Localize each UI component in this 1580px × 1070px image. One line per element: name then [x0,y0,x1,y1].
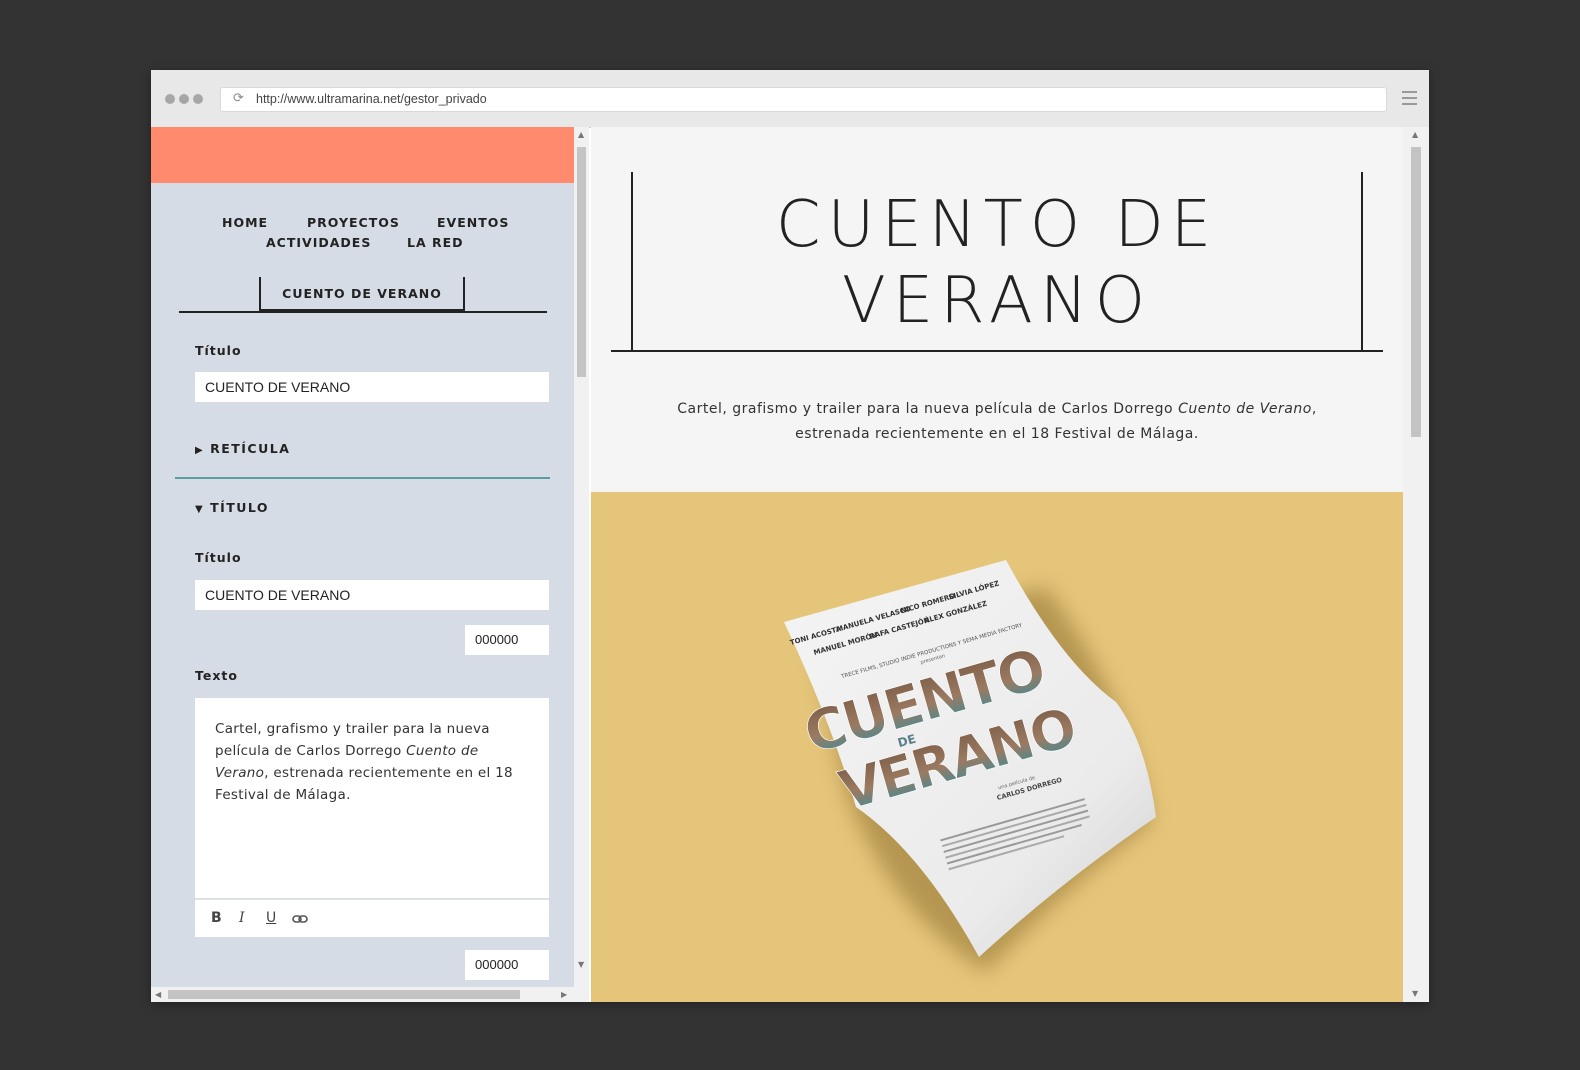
desc-part1: Cartel, grafismo y trailer para la nueva… [677,401,1179,417]
section-titulo-toggle[interactable]: ▼ TÍTULO [195,500,269,515]
section-titulo-label: TÍTULO [210,500,270,515]
titulo-input[interactable]: CUENTO DE VERANO [195,580,549,610]
editor-scroll-thumb[interactable] [577,147,586,377]
preview-scroll-down-arrow-icon[interactable]: ▼ [1412,989,1418,998]
preview-scroll-up-arrow-icon[interactable]: ▲ [1412,130,1418,139]
address-bar[interactable]: ⟳ http://www.ultramarina.net/gestor_priv… [220,87,1387,112]
section-reticula-label: RETÍCULA [210,441,291,456]
preview-title-line1: CUENTO DE [775,188,1219,262]
nav-proyectos[interactable]: PROYECTOS [307,215,400,230]
preview-vertical-scrollbar[interactable]: ▲ ▼ [1403,127,1429,1002]
window-zoom-dot[interactable] [193,94,203,104]
titulo-color-input[interactable]: 000000 [465,625,549,655]
italic-button[interactable]: I [239,910,245,926]
texto-textarea[interactable]: Cartel, grafismo y trailer para la nueva… [195,698,549,898]
browser-toolbar: ⟳ http://www.ultramarina.net/gestor_priv… [151,70,1429,128]
scroll-right-arrow-icon[interactable]: ▶ [561,990,567,999]
desc-line2: estrenada recientemente en el 18 Festiva… [795,426,1199,442]
editor-header-bar [151,127,574,183]
tab-baseline [179,311,547,313]
poster-illustration: TONI ACOSTA MANUELA VELASCO NICO ROMERO … [784,560,1156,972]
titulo-label: Título [195,550,242,565]
bold-button[interactable]: B [211,910,222,926]
section-reticula-toggle[interactable]: ▶ RETÍCULA [195,441,290,456]
triangle-down-icon: ▼ [195,504,205,515]
section-divider [175,477,550,479]
scroll-left-arrow-icon[interactable]: ◀ [155,990,161,999]
underline-button[interactable]: U [266,910,276,926]
reload-icon[interactable]: ⟳ [233,92,247,106]
nav-eventos[interactable]: EVENTOS [437,215,509,230]
title-frame-bottom [611,350,1383,352]
editor-panel: HOME PROYECTOS EVENTOS ACTIVIDADES LA RE… [151,127,574,1002]
preview-title-line2: VERANO [841,264,1153,338]
desc-italic: Cuento de Verano [1178,401,1312,417]
editor-vertical-scrollbar[interactable]: ▲ ▼ [574,127,589,987]
scroll-up-arrow-icon[interactable]: ▲ [578,130,584,139]
nav-actividades[interactable]: ACTIVIDADES [266,235,371,250]
nav-la-red[interactable]: LA RED [407,235,464,250]
tab-bar: CUENTO DE VERANO [179,277,547,313]
editor-hscroll-thumb[interactable] [168,990,520,999]
texto-label: Texto [195,668,238,683]
url-text[interactable]: http://www.ultramarina.net/gestor_privad… [256,92,487,106]
browser-window: ⟳ http://www.ultramarina.net/gestor_priv… [151,70,1429,1002]
triangle-right-icon: ▶ [195,445,205,456]
hamburger-menu-icon[interactable] [1402,91,1417,105]
desc-part2: , [1311,401,1317,417]
poster-image: TONI ACOSTA MANUELA VELASCO NICO ROMERO … [591,492,1403,1002]
preview-scroll-thumb[interactable] [1411,147,1421,437]
scroll-down-arrow-icon[interactable]: ▼ [578,960,584,969]
editor-horizontal-scrollbar[interactable]: ◀ ▶ [151,987,589,1002]
title-input[interactable]: CUENTO DE VERANO [195,372,549,402]
preview-description: Cartel, grafismo y trailer para la nueva… [633,397,1361,447]
link-icon[interactable] [292,912,308,928]
window-close-dot[interactable] [165,94,175,104]
title-frame-right [1361,172,1363,352]
preview-title: CUENTO DE VERANO [633,187,1361,339]
tab-cuento-de-verano[interactable]: CUENTO DE VERANO [259,277,465,311]
preview-panel: CUENTO DE VERANO Cartel, grafismo y trai… [591,127,1403,1002]
text-format-toolbar: B I U [195,899,549,937]
window-minimize-dot[interactable] [179,94,189,104]
nav-home[interactable]: HOME [222,215,268,230]
title-label: Título [195,343,242,358]
texto-color-input[interactable]: 000000 [465,950,549,980]
